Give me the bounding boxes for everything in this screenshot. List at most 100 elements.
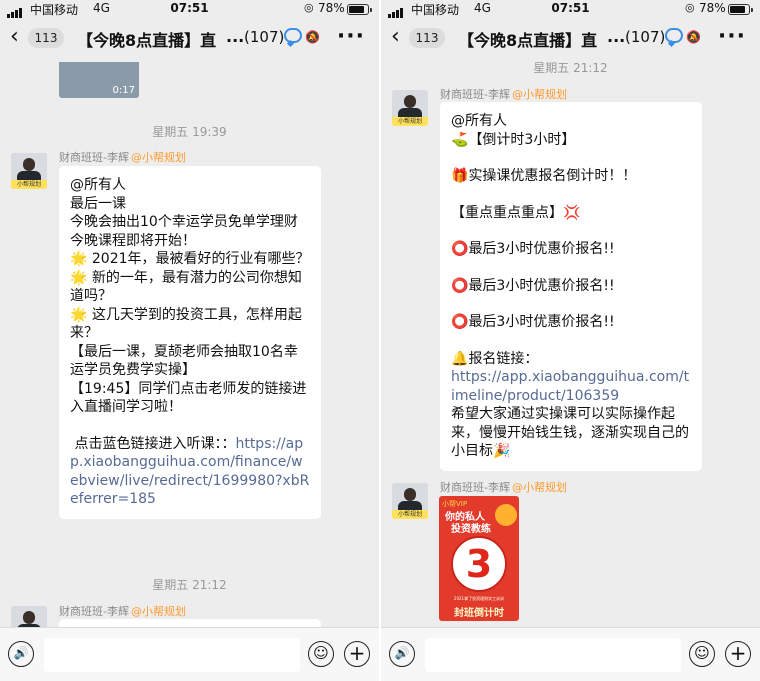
group-chat-icon — [665, 28, 683, 43]
message-bubble[interactable]: @所有人 ⛳【倒计时3小时】 🎁实操课优惠报名倒计时！！ 【重点重点重点】💢 ⭕… — [440, 102, 702, 471]
plus-icon[interactable]: + — [725, 641, 751, 667]
sender-name: 财商班班-李辉 @小帮规划 — [59, 603, 186, 619]
location-icon: ◎ — [304, 1, 314, 14]
avatar-tag: 小帮规划 — [392, 117, 428, 126]
sender-avatar[interactable]: 小帮规划 — [11, 153, 47, 189]
message-line: 🌟 这几天学到的投资工具，怎样用起来？ — [70, 306, 302, 342]
chat-header: ‹ 113 【今晚8点直播】直 ... (107) 🔕 ··· — [0, 18, 379, 58]
sender-name-text: 财商班班-李辉 — [440, 481, 510, 494]
member-count: (107) — [244, 28, 285, 46]
emoji-icon[interactable]: ☺ — [689, 641, 715, 667]
sender-name: 财商班班-李辉 @小帮规划 — [440, 479, 567, 495]
red-circle-icon: ⭕ — [451, 277, 469, 294]
time-separator: 星期五 21:12 — [152, 578, 227, 592]
unread-count-badge[interactable]: 113 — [28, 28, 64, 48]
message-line: ⛳【倒计时3小时】 — [451, 131, 576, 148]
message-input[interactable] — [425, 638, 681, 672]
sender-avatar[interactable]: 小帮规划 — [392, 90, 428, 126]
countdown-circle: 3 — [451, 536, 507, 592]
message-line: 【19:45】同学们点击老师发的链接进入直播间学习啦！ — [70, 380, 307, 416]
chat-screen-right: 中国移动 4G 07:51 ◎ 78% ‹ 113 【今晚8点直播】直 ... … — [381, 0, 760, 681]
sender-name-text: 财商班班-李辉 — [59, 151, 129, 164]
video-duration: 0:17 — [112, 85, 135, 96]
sender-role: @小帮规划 — [511, 88, 567, 101]
sender-name-text: 财商班班-李辉 — [59, 605, 129, 618]
poster-banner: 封班倒计时 — [454, 608, 504, 619]
message-line: 今晚课程即将开始！ — [70, 232, 196, 249]
status-bar: 中国移动 4G 07:51 ◎ 78% — [381, 0, 760, 18]
countdown-poster-image[interactable]: 小帮VIP 你的私人 投资教练 3 2021掌了投资理财实工训训 封班倒计时 — [439, 496, 519, 621]
message-line: 🔔报名链接： — [451, 350, 539, 367]
party-popper-icon: 🎉 — [493, 443, 511, 459]
golf-flag-icon: ⛳ — [451, 131, 469, 148]
message-line: @所有人 — [70, 177, 126, 193]
location-icon: ◎ — [685, 1, 695, 14]
sender-role: @小帮规划 — [511, 481, 567, 494]
sender-role: @小帮规划 — [130, 151, 186, 164]
message-line: 点击蓝色链接进入听课：：https://app.xiaobangguihua.c… — [70, 435, 310, 508]
red-circle-icon: ⭕ — [451, 314, 469, 330]
message-line: 🌟 新的一年，最有潜力的公司你想知道吗？ — [70, 269, 302, 305]
sender-role: @小帮规划 — [130, 605, 186, 618]
sender-name: 财商班班-李辉 @小帮规划 — [440, 86, 567, 102]
time-separator: 星期五 19:39 — [152, 125, 227, 139]
message-line: 【重点重点重点】💢 — [451, 204, 581, 221]
poster-headline-2: 投资教练 — [451, 524, 491, 535]
emoji-icon[interactable]: ☺ — [308, 641, 334, 667]
sender-avatar[interactable]: 小帮规划 — [392, 483, 428, 519]
star-icon: 🌟 — [70, 306, 88, 323]
back-chevron-icon[interactable]: ‹ — [391, 26, 400, 48]
message-line: 【最后一课，夏颉老师会抽取10名幸运学员免费学实操】 — [70, 343, 298, 379]
mute-bell-icon: 🔕 — [305, 30, 320, 44]
title-ellipsis: ... — [607, 27, 626, 46]
message-bubble[interactable]: @所有人 最后一课 今晚会抽出10个幸运学员免单学理财 今晚课程即将开始！ 🌟 … — [59, 166, 321, 519]
voice-icon[interactable]: 🔊 — [8, 641, 34, 667]
sender-name: 财商班班-李辉 @小帮规划 — [59, 149, 186, 165]
star-icon: 🌟 — [70, 269, 88, 286]
message-line: 🌟 2021年，最被看好的行业有哪些？ — [70, 251, 310, 267]
chat-title: 【今晚8点直播】直 — [77, 31, 217, 50]
battery-icon — [347, 4, 372, 15]
unread-count-badge[interactable]: 113 — [409, 28, 445, 48]
anger-icon: 💢 — [563, 204, 581, 221]
input-bar: 🔊 ☺ + — [0, 627, 379, 681]
message-line: ⭕最后3小时优惠价报名!! — [451, 277, 615, 294]
signup-link[interactable]: https://app.xiaobangguihua.com/timeline/… — [451, 368, 691, 405]
message-line: ⭕最后3小时优惠价报名!! — [451, 241, 615, 257]
star-icon: 🌟 — [70, 251, 88, 267]
message-line: 希望大家通过实操课可以实际操作起来，慢慢开始钱生钱，逐渐实现自己的小目标🎉 — [451, 406, 689, 459]
chat-title: 【今晚8点直播】直 — [458, 31, 598, 50]
countdown-digit: 3 — [465, 542, 493, 586]
message-line: 🎁实操课优惠报名倒计时！！ — [451, 168, 637, 184]
status-bar: 中国移动 4G 07:51 ◎ 78% — [0, 0, 379, 18]
message-line: 最后一课 — [70, 195, 126, 212]
gift-icon: 🎁 — [451, 168, 469, 184]
title-ellipsis: ... — [226, 27, 245, 46]
battery-percent: 78% — [699, 1, 726, 15]
sender-name-text: 财商班班-李辉 — [440, 88, 510, 101]
back-chevron-icon[interactable]: ‹ — [10, 26, 19, 48]
message-input[interactable] — [44, 638, 300, 672]
more-options-button[interactable]: ··· — [337, 24, 365, 49]
battery-icon — [728, 4, 753, 15]
voice-icon[interactable]: 🔊 — [389, 641, 415, 667]
chat-header: ‹ 113 【今晚8点直播】直 ... (107) 🔕 ··· — [381, 18, 760, 58]
mute-bell-icon: 🔕 — [686, 30, 701, 44]
input-bar: 🔊 ☺ + — [381, 627, 760, 681]
more-options-button[interactable]: ··· — [718, 24, 746, 49]
group-chat-icon — [284, 28, 302, 43]
time-separator: 星期五 21:12 — [533, 61, 608, 75]
mascot-icon — [495, 504, 517, 526]
member-count: (107) — [625, 28, 666, 46]
avatar-tag: 小帮规划 — [11, 180, 47, 189]
message-line: 今晚会抽出10个幸运学员免单学理财 — [70, 214, 298, 230]
video-message-thumbnail[interactable]: 0:17 — [59, 62, 139, 98]
plus-icon[interactable]: + — [344, 641, 370, 667]
red-circle-icon: ⭕ — [451, 241, 469, 257]
message-line: ⭕最后3小时优惠价报名!! — [451, 314, 615, 330]
avatar-tag: 小帮规划 — [392, 510, 428, 519]
bell-icon: 🔔 — [451, 350, 469, 367]
battery-percent: 78% — [318, 1, 345, 15]
chat-screen-left: 中国移动 4G 07:51 ◎ 78% ‹ 113 【今晚8点直播】直 ... … — [0, 0, 379, 681]
message-line: @所有人 — [451, 113, 507, 129]
